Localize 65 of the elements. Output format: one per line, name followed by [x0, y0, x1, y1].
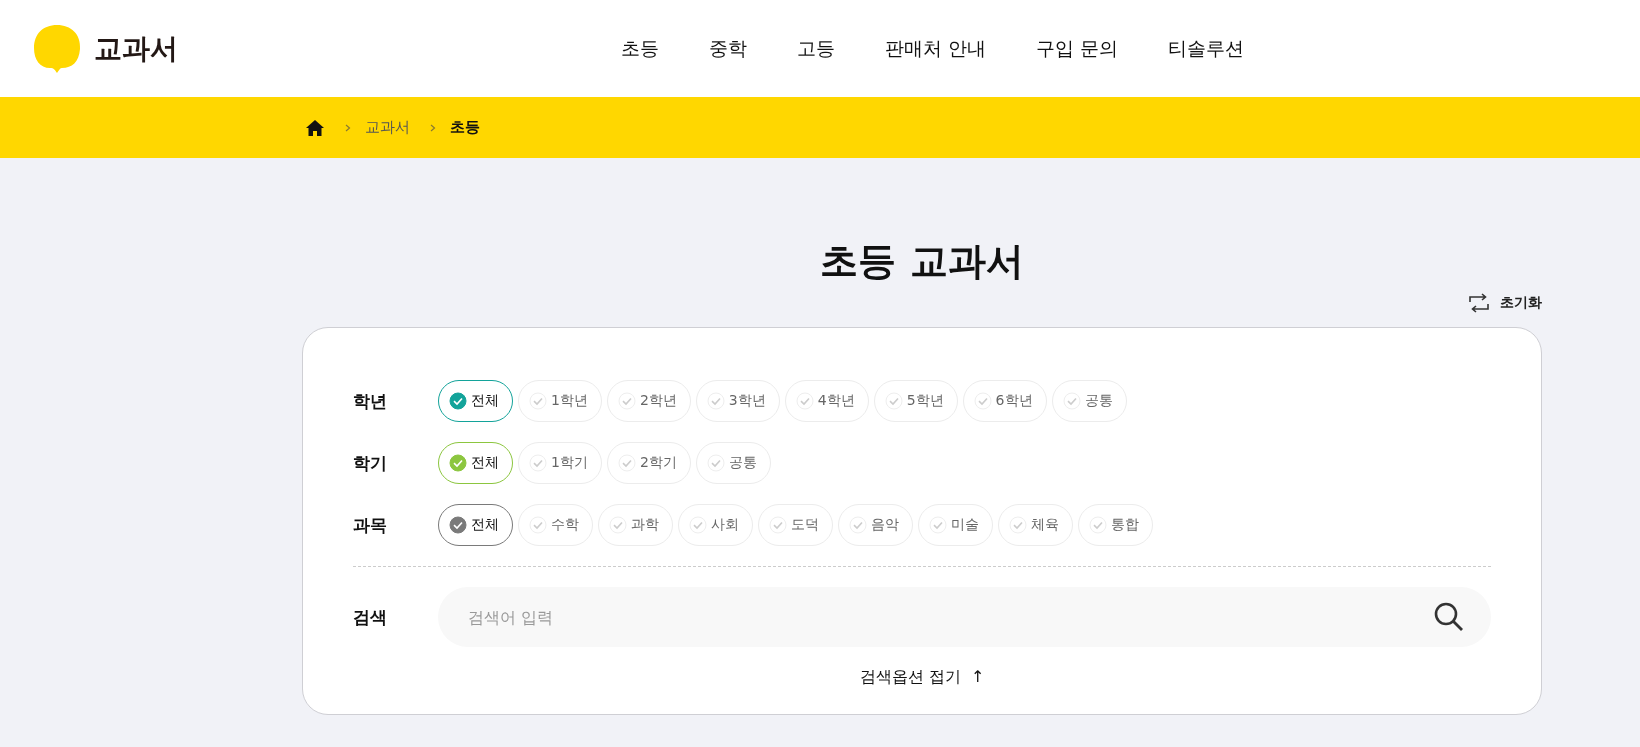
filter-chip[interactable]: 미술 — [918, 504, 993, 546]
nav-link[interactable]: 초등 — [620, 35, 659, 62]
filter-chip[interactable]: 5학년 — [873, 380, 958, 422]
filter-label: 과목 — [353, 513, 388, 537]
filter-label: 학기 — [353, 451, 388, 475]
check-icon — [449, 516, 467, 534]
filter-chip[interactable]: 체육 — [998, 504, 1073, 546]
chevron-icon — [430, 123, 436, 132]
check-icon — [529, 454, 547, 472]
speech-bubble-logo-icon — [32, 23, 82, 74]
check-icon — [529, 516, 547, 534]
check-icon — [1009, 516, 1027, 534]
filter-chip[interactable]: 2학년 — [606, 380, 691, 422]
nav-link[interactable]: 티솔루션 — [1168, 35, 1245, 62]
collapse-options-button[interactable]: 검색옵션 접기 ↑ — [853, 661, 991, 694]
filter-chip[interactable]: 2학기 — [606, 442, 691, 484]
check-icon — [849, 516, 867, 534]
filter-chip[interactable]: 전체 — [438, 380, 513, 422]
filter-chip[interactable]: 전체 — [438, 442, 513, 484]
reset-button[interactable]: 초기화 — [1468, 293, 1542, 313]
search-input[interactable]: 검색어 입력 — [438, 587, 1491, 647]
check-icon — [795, 392, 814, 410]
check-icon — [617, 454, 636, 472]
check-icon — [1062, 392, 1081, 410]
chevron-icon — [345, 123, 351, 132]
search-label: 검색 — [353, 605, 388, 629]
filter-chip[interactable]: 음악 — [838, 504, 913, 546]
filter-label: 학년 — [353, 389, 388, 413]
filter-chip[interactable]: 6학년 — [962, 380, 1047, 422]
check-icon — [973, 392, 992, 410]
check-icon — [689, 516, 707, 534]
filter-chip[interactable]: 사회 — [678, 504, 753, 546]
check-icon — [929, 516, 947, 534]
check-icon — [617, 392, 636, 410]
breadcrumb-link[interactable]: 교과서 — [365, 118, 410, 137]
nav-link[interactable]: 판매처 안내 — [884, 35, 986, 62]
filter-chip[interactable]: 1학년 — [518, 380, 602, 422]
check-icon — [1089, 516, 1107, 534]
nav-link[interactable]: 중학 — [708, 35, 747, 62]
filter-chip[interactable]: 통합 — [1078, 504, 1153, 546]
filter-chip[interactable]: 공통 — [695, 442, 771, 484]
filter-chip[interactable]: 수학 — [518, 504, 593, 546]
logo-text[interactable]: 교과서 — [94, 29, 178, 68]
home-icon[interactable] — [305, 118, 325, 137]
check-icon — [529, 392, 547, 410]
filter-chip[interactable]: 4학년 — [784, 380, 869, 422]
search-icon[interactable] — [1433, 601, 1465, 633]
filter-chip[interactable]: 공통 — [1051, 380, 1127, 422]
check-icon — [449, 392, 467, 410]
check-icon — [884, 392, 903, 410]
check-icon — [706, 392, 725, 410]
nav-link[interactable]: 고등 — [796, 35, 835, 62]
filter-chip[interactable]: 1학기 — [518, 442, 602, 484]
breadcrumb-link[interactable]: 초등 — [450, 118, 480, 137]
filter-chip[interactable]: 과학 — [598, 504, 673, 546]
check-icon — [706, 454, 725, 472]
check-icon — [609, 516, 627, 534]
filter-chip[interactable]: 3학년 — [695, 380, 780, 422]
nav-link[interactable]: 구입 문의 — [1036, 35, 1119, 62]
filter-chip[interactable]: 전체 — [438, 504, 513, 546]
check-icon — [769, 516, 787, 534]
check-icon — [449, 454, 467, 472]
page-title: 초등 교과서 — [820, 238, 1024, 285]
swap-arrows-icon — [1468, 293, 1490, 313]
filter-chip[interactable]: 도덕 — [758, 504, 833, 546]
